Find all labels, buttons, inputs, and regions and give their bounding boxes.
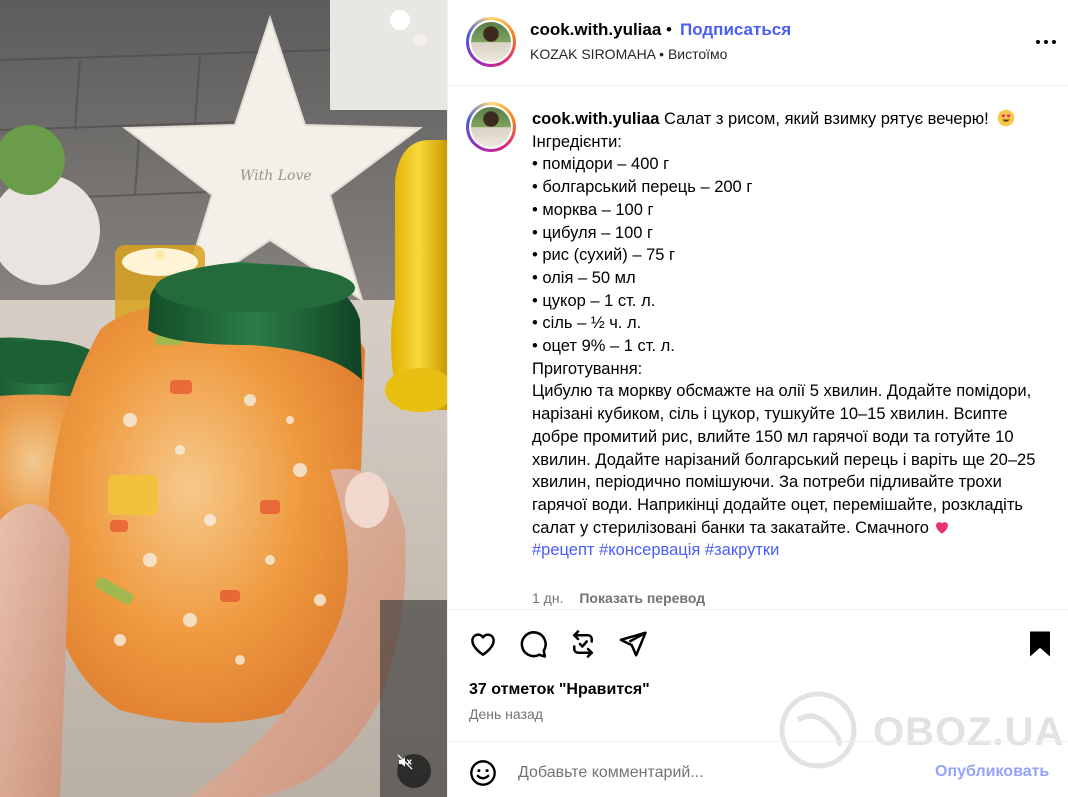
method-heading: Приготування: (532, 359, 643, 378)
mute-icon (397, 754, 413, 770)
ingredient-item: • сіль – ½ ч. л. (532, 314, 642, 333)
ingredient-item: • морква – 100 г (532, 200, 654, 219)
comment-bar: Опубликовать (448, 741, 1068, 797)
repost-icon[interactable] (568, 629, 598, 659)
heart-emoji (935, 521, 948, 534)
audio-separator: • (659, 46, 665, 62)
comment-input[interactable] (518, 761, 918, 785)
author-username[interactable]: cook.with.yuliaa (530, 20, 661, 40)
ingredients-heading: Інгредієнти: (532, 132, 622, 151)
caption-title: Салат з рисом, який взимку рятує вечерю! (664, 110, 989, 128)
hashtag-link[interactable]: #консервація (599, 541, 700, 559)
ingredient-item: • болгарський перець – 200 г (532, 178, 753, 197)
hashtags: #рецепт #консервація #закрутки (532, 539, 1047, 562)
audio-track[interactable]: Вистоїмо (668, 46, 728, 62)
svg-text:With Love: With Love (240, 168, 312, 184)
hashtag-link[interactable]: #рецепт (532, 541, 594, 559)
publish-button[interactable]: Опубликовать (935, 763, 1049, 781)
caption-meta: 1 дн. Показать перевод (532, 590, 705, 606)
caption-author-avatar[interactable] (466, 102, 516, 152)
ingredient-item: • рис (сухий) – 75 г (532, 246, 676, 265)
audio-info[interactable]: KOZAK SIROMAHA • Вистоїмо (530, 46, 727, 62)
post-video-frame: With Love (0, 0, 447, 797)
like-icon[interactable] (468, 629, 498, 659)
post-caption: cook.with.yuliaa Салат з рисом, який взи… (448, 87, 1068, 609)
action-bar (448, 609, 1068, 669)
ingredient-item: • цукор – 1 ст. л. (532, 291, 656, 310)
mute-button[interactable] (397, 754, 431, 788)
author-avatar[interactable] (466, 17, 516, 67)
caption-text: cook.with.yuliaa Салат з рисом, який взи… (532, 108, 1047, 562)
heart-eyes-emoji (998, 109, 1015, 127)
translate-button[interactable]: Показать перевод (579, 590, 705, 606)
method-text: Цибулю та моркву обсмажте на олії 5 хвил… (532, 382, 1036, 537)
method-paragraph: Цибулю та моркву обсмажте на олії 5 хвил… (532, 380, 1047, 539)
ingredient-item: • цибуля – 100 г (532, 223, 654, 242)
post-date[interactable]: День назад (469, 706, 543, 722)
emoji-icon[interactable] (469, 759, 497, 787)
more-icon[interactable] (1034, 30, 1058, 54)
post-header: cook.with.yuliaa • Подписаться KOZAK SIR… (448, 0, 1068, 86)
post-media[interactable]: With Love (0, 0, 447, 797)
post-details-panel: cook.with.yuliaa • Подписаться KOZAK SIR… (447, 0, 1068, 797)
ingredient-item: • олія – 50 мл (532, 268, 636, 287)
follow-button[interactable]: Подписаться (680, 20, 791, 40)
ingredient-item: • оцет 9% – 1 ст. л. (532, 337, 675, 356)
caption-age[interactable]: 1 дн. (532, 590, 563, 606)
ingredient-item: • помідори – 400 г (532, 155, 670, 174)
separator-dot: • (666, 20, 672, 39)
comment-icon[interactable] (518, 629, 548, 659)
audio-artist[interactable]: KOZAK SIROMAHA (530, 46, 655, 62)
caption-username[interactable]: cook.with.yuliaa (532, 110, 659, 128)
save-icon[interactable] (1025, 629, 1055, 659)
share-icon[interactable] (618, 629, 648, 659)
hashtag-link[interactable]: #закрутки (705, 541, 779, 559)
like-count[interactable]: 37 отметок "Нравится" (469, 681, 650, 699)
